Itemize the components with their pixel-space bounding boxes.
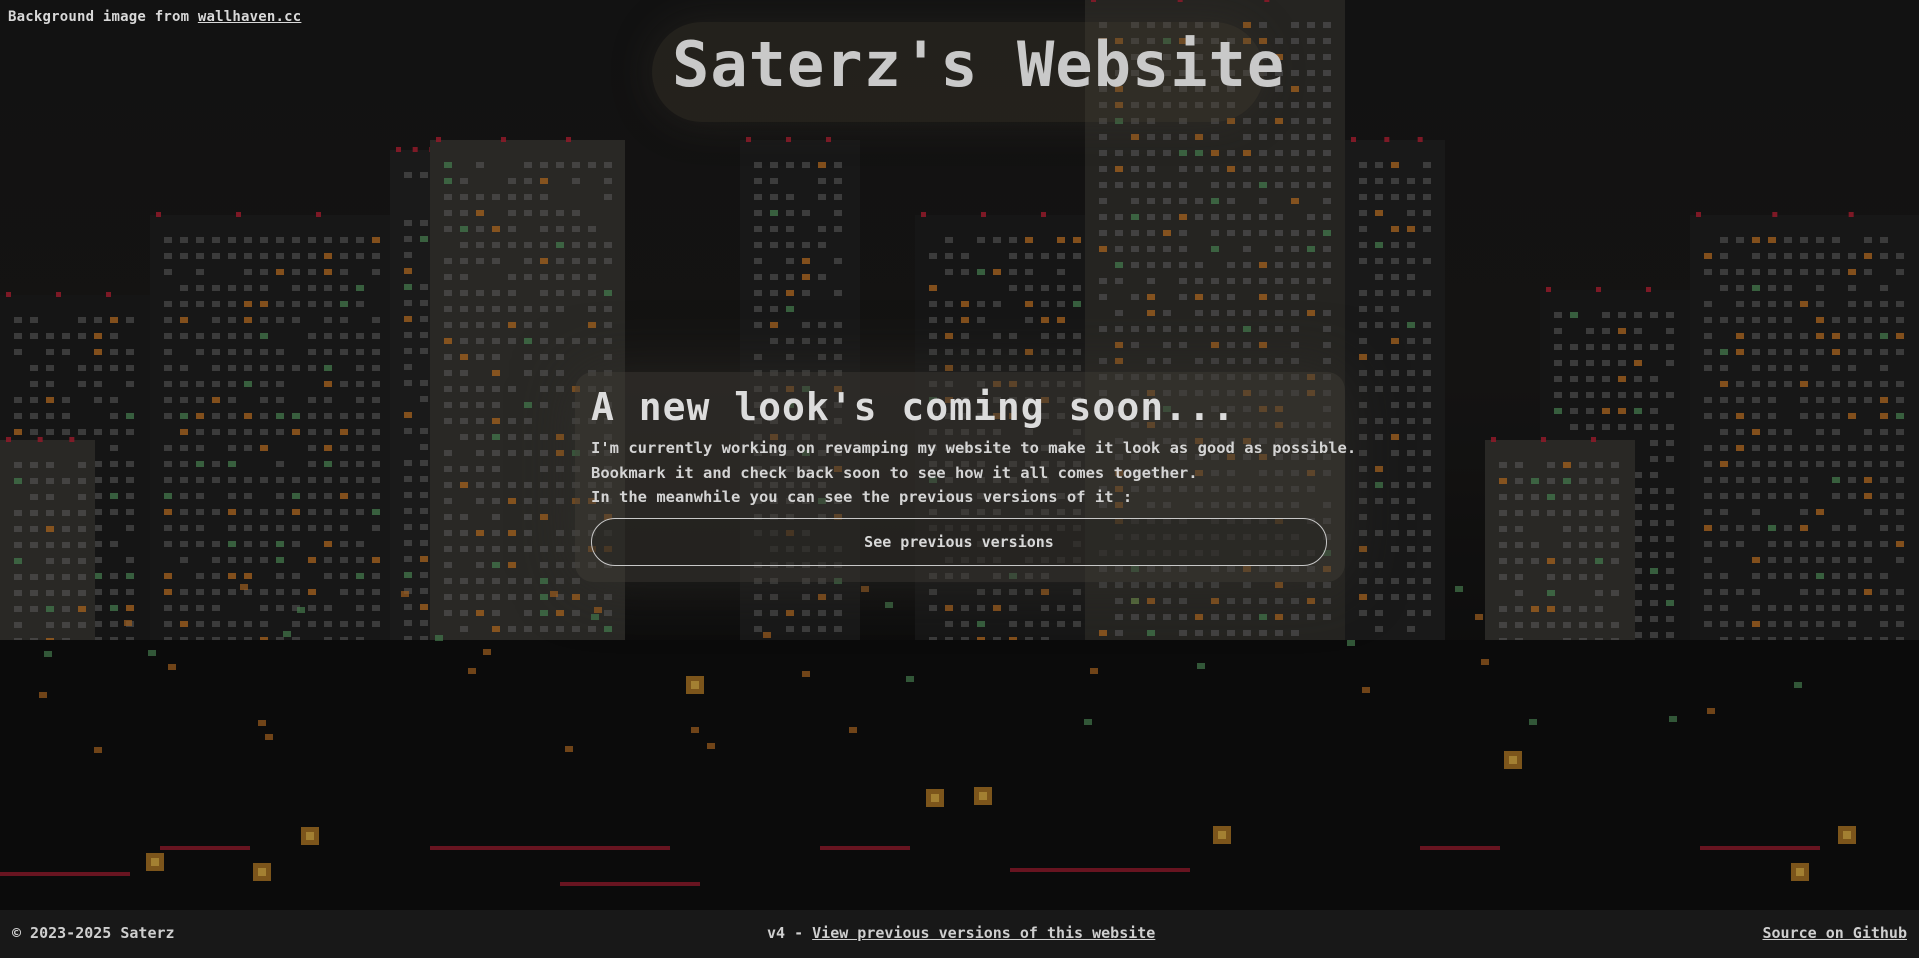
announcement-line: Bookmark it and check back soon to see h… [591, 464, 1198, 482]
announcement-line: In the meanwhile you can see the previou… [591, 488, 1133, 506]
version-label: v4 - [767, 924, 804, 942]
wallhaven-link[interactable]: wallhaven.cc [198, 9, 302, 25]
copyright-text: © 2023-2025 Saterz [12, 924, 175, 942]
page: Background image from wallhaven.cc Sater… [0, 0, 1919, 958]
background-credit-text: Background image from [8, 9, 190, 25]
background-credit: Background image from wallhaven.cc [8, 9, 301, 25]
see-previous-versions-button[interactable]: See previous versions [591, 518, 1327, 566]
github-source-link[interactable]: Source on Github [1763, 924, 1908, 942]
site-title: Saterz's Website [672, 28, 1286, 101]
announcement-line: I'm currently working on revamping my we… [591, 439, 1357, 457]
announcement-heading: A new look's coming soon... [591, 385, 1236, 429]
footer: © 2023-2025 Saterz v4 - View previous ve… [0, 910, 1919, 958]
previous-versions-link[interactable]: View previous versions of this website [812, 924, 1155, 942]
footer-version: v4 - View previous versions of this webs… [767, 924, 1155, 942]
